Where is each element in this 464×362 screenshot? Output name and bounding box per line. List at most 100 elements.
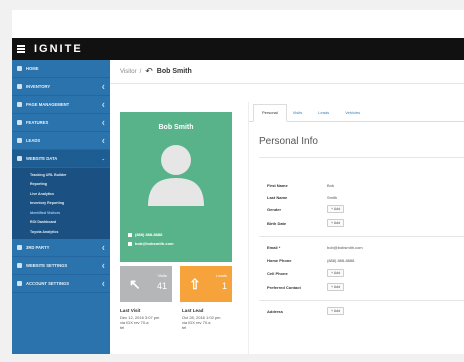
sidebar-item-label: WEBSITE SETTINGS (26, 262, 68, 268)
field-label: Last Name (267, 194, 288, 200)
chevron-left-icon: ❮ (101, 280, 105, 286)
submenu-item[interactable]: Live Analytics (30, 189, 110, 199)
submenu-item[interactable]: Tracking URL Builder (30, 170, 110, 180)
first-name-value[interactable]: Bob (327, 183, 334, 188)
submenu-item-selected[interactable]: Identified Visitors (30, 208, 110, 218)
last-visit-title: Last Visit (120, 308, 141, 313)
home-phone-value[interactable]: (888) 888-8888 (327, 258, 354, 263)
last-lead-info: Last Lead Oct 28, 2016 1:02 pm via IDX r… (182, 308, 238, 330)
gear-icon (17, 280, 22, 286)
field-label: Email * (267, 244, 281, 250)
back-arrow-icon[interactable]: ↶ (145, 66, 153, 77)
email-icon (128, 241, 132, 246)
profile-card: Bob Smith (888) 888-8888 bob@bobsmith.co… (120, 112, 232, 262)
sidebar-item-label: WEBSITE DATA (26, 156, 58, 161)
add-cell-phone-button[interactable]: + Add (327, 269, 345, 277)
submenu-item[interactable]: Inventory Reporting (30, 199, 110, 209)
tab-visits[interactable]: Visits (287, 110, 312, 121)
sidebar-item-label: ACCOUNT SETTINGS (26, 280, 70, 286)
profile-phone: (888) 888-8888 (135, 232, 163, 237)
add-birth-date-button[interactable]: + Add (327, 219, 345, 227)
home-icon (17, 66, 22, 71)
sidebar-item-label: INVENTORY (26, 84, 51, 89)
leads-stat[interactable]: ⇧ Leads 1 (180, 266, 232, 302)
sidebar: HOME INVENTORY ❮ PAGE MANAGEMENT ❮ FEATURE… (12, 60, 110, 354)
field-label: Birth Date (267, 220, 287, 226)
sidebar-item-features[interactable]: FEATURES ❮ (12, 114, 110, 132)
chart-icon (17, 156, 22, 161)
sidebar-item-label: PAGE MANAGEMENT (26, 102, 70, 107)
top-navbar: IGNITE (12, 38, 464, 60)
wrench-icon (17, 262, 22, 268)
field-birth-date: Birth Date + Add (267, 218, 345, 228)
breadcrumb-parent[interactable]: Visitor (120, 69, 137, 75)
chevron-left-icon: ❮ (101, 120, 105, 125)
submenu-item[interactable]: ROI Dashboard (30, 218, 110, 228)
sidebar-item-label: LEADS (26, 138, 41, 143)
field-label: Gender (267, 206, 282, 212)
app-window: IGNITE HOME INVENTORY ❮ PAGE MANAGEMENT ❮ … (12, 10, 464, 354)
detail-tabs: Personal Visits Leads Vehicles (249, 102, 464, 122)
chevron-left-icon: ❮ (101, 102, 105, 107)
cursor-icon: ↖ (129, 276, 141, 292)
sidebar-item-website-data[interactable]: WEBSITE DATA ⌄ (12, 150, 110, 168)
breadcrumb: Visitor / ↶ Bob Smith (110, 60, 464, 84)
submenu-item[interactable]: Reporting (30, 180, 110, 190)
field-label: Address (267, 308, 284, 314)
profile-email[interactable]: bob@bobsmith.com (135, 239, 174, 248)
sidebar-submenu: Tracking URL Builder Reporting Live Anal… (12, 168, 110, 239)
star-icon (17, 120, 22, 125)
sidebar-item-inventory[interactable]: INVENTORY ❮ (12, 78, 110, 96)
visits-count: 41 (156, 281, 167, 291)
chevron-left-icon: ❮ (101, 262, 105, 268)
last-name-value[interactable]: Smith (327, 195, 337, 200)
tab-leads[interactable]: Leads (312, 110, 339, 121)
sidebar-item-website-settings[interactable]: WEBSITE SETTINGS ❮ (12, 257, 110, 275)
profile-contact: (888) 888-8888 bob@bobsmith.com (128, 230, 174, 248)
last-visit-info: Last Visit Dec 12, 2016 3:07 pm via IDX … (120, 308, 176, 330)
visits-stat[interactable]: ↖ Visits 41 (120, 266, 172, 302)
details-panel: Personal Visits Leads Vehicles Personal … (248, 102, 464, 354)
add-preferred-contact-button[interactable]: + Add (327, 283, 345, 291)
sidebar-item-account-settings[interactable]: ACCOUNT SETTINGS ❮ (12, 275, 110, 293)
tab-personal[interactable]: Personal (253, 104, 287, 122)
field-label: Home Phone (267, 257, 292, 263)
submenu-item[interactable]: Toyota Analytics (30, 227, 110, 237)
sidebar-item-label: 3RD PARTY (26, 244, 50, 250)
field-preferred-contact: Preferred Contact + Add (267, 282, 345, 292)
visits-label: Visits (157, 273, 167, 278)
field-label: Preferred Contact (267, 284, 301, 290)
tab-vehicles[interactable]: Vehicles (339, 110, 370, 121)
last-lead-title: Last Lead (182, 308, 204, 313)
last-visit-extra: tel (120, 325, 125, 330)
car-icon (17, 84, 22, 89)
last-lead-extra: tel (182, 325, 187, 330)
app-logo[interactable]: IGNITE (34, 43, 83, 55)
users-icon (17, 138, 22, 143)
main-content: Visitor / ↶ Bob Smith Bob Smith (888) 88… (110, 60, 464, 354)
section-divider (259, 300, 464, 301)
breadcrumb-separator: / (139, 68, 142, 75)
chevron-left-icon: ❮ (101, 244, 105, 250)
sidebar-item-label: HOME (26, 66, 39, 71)
field-first-name: First Name Bob (267, 180, 334, 190)
add-gender-button[interactable]: + Add (327, 205, 345, 213)
browser-blank-area (12, 10, 464, 38)
field-gender: Gender + Add (267, 204, 345, 214)
field-label: First Name (267, 182, 288, 188)
sidebar-item-label: FEATURES (26, 120, 49, 125)
chevron-down-icon: ⌄ (101, 156, 105, 161)
avatar-placeholder-icon (148, 145, 204, 206)
field-address: Address + Add (267, 306, 345, 316)
field-home-phone: Home Phone (888) 888-8888 (267, 255, 354, 265)
sidebar-item-3rd-party[interactable]: 3RD PARTY ❮ (12, 239, 110, 257)
email-value[interactable]: bob@bobsmith.com (327, 245, 363, 250)
page-title: Bob Smith (156, 68, 192, 75)
section-divider (259, 236, 464, 237)
sidebar-item-leads[interactable]: LEADS ❮ (12, 132, 110, 150)
section-title: Personal Info (259, 136, 464, 158)
sidebar-item-page-management[interactable]: PAGE MANAGEMENT ❮ (12, 96, 110, 114)
sidebar-item-home[interactable]: HOME (12, 60, 110, 78)
hamburger-menu-icon[interactable] (17, 45, 25, 53)
add-address-button[interactable]: + Add (327, 307, 345, 315)
